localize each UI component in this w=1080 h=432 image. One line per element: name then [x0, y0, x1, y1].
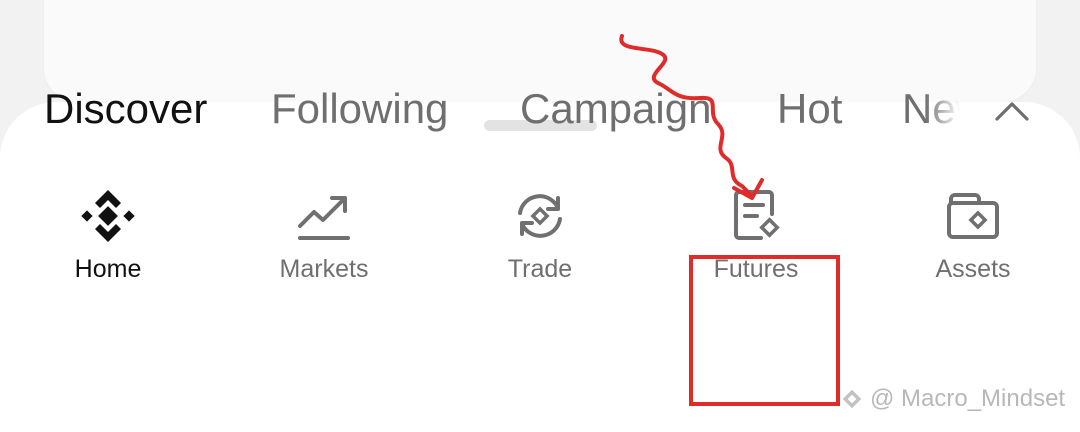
- tab-new[interactable]: New: [902, 84, 960, 134]
- collapse-tabs-button[interactable]: [988, 93, 1036, 129]
- tab-discover[interactable]: Discover: [44, 84, 207, 134]
- watermark: @ Macro_Mindset: [840, 384, 1065, 414]
- tab-hot[interactable]: Hot: [777, 84, 842, 134]
- binance-logo-icon: [78, 186, 138, 246]
- nav-trade-label: Trade: [507, 255, 573, 283]
- binance-square-logo-icon: [842, 389, 862, 409]
- category-tabs: Discover Following Campaign Hot New: [0, 84, 1080, 134]
- watermark-text: @ Macro_Mindset: [870, 385, 1066, 412]
- nav-assets[interactable]: Assets: [893, 186, 1053, 286]
- futures-highlight-box: [689, 255, 840, 406]
- tab-following[interactable]: Following: [271, 84, 448, 134]
- nav-assets-label: Assets: [935, 255, 1011, 283]
- nav-home-label: Home: [74, 255, 142, 283]
- nav-home[interactable]: Home: [28, 186, 188, 286]
- chevron-up-icon: [995, 102, 1029, 121]
- wallet-icon: [943, 186, 1003, 246]
- nav-trade[interactable]: Trade: [460, 186, 620, 286]
- chart-line-icon: [294, 186, 354, 246]
- nav-markets[interactable]: Markets: [244, 186, 404, 286]
- tab-campaign[interactable]: Campaign: [520, 84, 711, 134]
- futures-document-icon: [726, 186, 786, 246]
- nav-markets-label: Markets: [279, 255, 369, 283]
- trade-swap-icon: [510, 186, 570, 246]
